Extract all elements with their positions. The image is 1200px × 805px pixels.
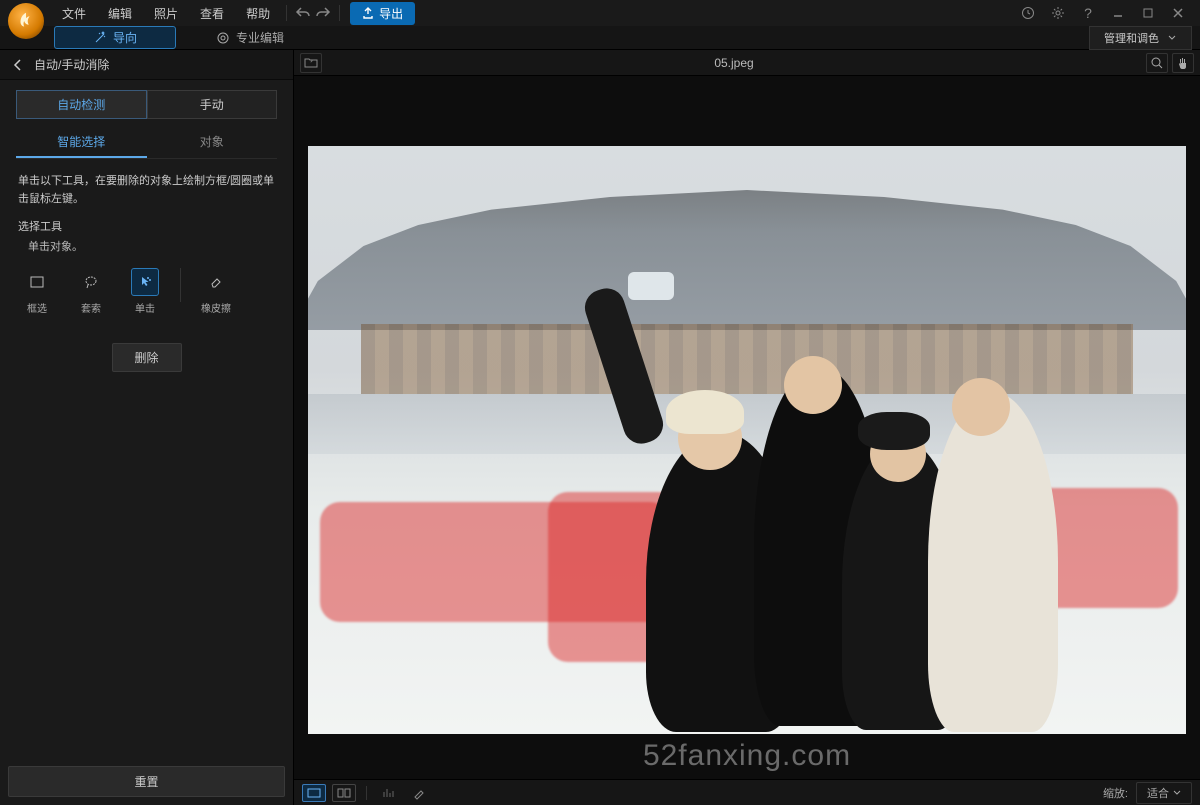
menubar: 文件 编辑 照片 查看 帮助 导出 ?: [0, 0, 1200, 26]
close-button[interactable]: [1168, 3, 1188, 23]
tool-lasso[interactable]: 套索: [72, 268, 110, 315]
brush-icon[interactable]: [407, 784, 431, 802]
select-tools-label: 选择工具: [0, 214, 293, 238]
menu-view[interactable]: 查看: [190, 1, 234, 26]
instructions-text: 单击以下工具，在要删除的对象上绘制方框/圆圈或单击鼠标左键。: [0, 159, 293, 214]
click-object-label: 单击对象。: [0, 238, 293, 264]
watermark: 52fanxing.com: [643, 739, 851, 773]
sliders-icon: [216, 31, 230, 45]
view-single-button[interactable]: [302, 784, 326, 802]
panel-header: 自动/手动消除: [0, 50, 293, 80]
menu-edit[interactable]: 编辑: [98, 1, 142, 26]
export-label: 导出: [379, 5, 403, 22]
eraser-icon: [208, 274, 224, 290]
manage-color-label: 管理和调色: [1104, 30, 1159, 46]
menu-help[interactable]: 帮助: [236, 1, 280, 26]
menu-file[interactable]: 文件: [52, 1, 96, 26]
toolbar: 导向 专业编辑 管理和调色: [0, 26, 1200, 50]
photo: [308, 146, 1186, 734]
tool-click[interactable]: 单击: [126, 268, 164, 315]
panel-title: 自动/手动消除: [34, 56, 109, 73]
guide-label: 导向: [113, 29, 137, 46]
zoom-label: 缩放:: [1103, 785, 1128, 801]
chevron-down-icon: [1167, 33, 1177, 43]
zoom-value: 适合: [1147, 785, 1169, 801]
lasso-icon: [83, 274, 99, 290]
menu-items: 文件 编辑 照片 查看 帮助: [52, 1, 280, 26]
tool-lasso-label: 套索: [81, 300, 101, 315]
menubar-right: ?: [1018, 3, 1196, 23]
maximize-button[interactable]: [1138, 3, 1158, 23]
redo-icon[interactable]: [313, 3, 333, 23]
rectangle-icon: [29, 274, 45, 290]
canvas-header: 05.jpeg: [294, 50, 1200, 76]
zoom-section: 缩放: 适合: [1103, 782, 1192, 804]
gear-icon[interactable]: [1048, 3, 1068, 23]
subtab-object[interactable]: 对象: [147, 127, 278, 158]
separator: [366, 786, 367, 800]
tool-rect-label: 框选: [27, 300, 47, 315]
tab-manual[interactable]: 手动: [147, 90, 278, 119]
magnify-button[interactable]: [1146, 53, 1168, 73]
help-icon[interactable]: ?: [1078, 3, 1098, 23]
tool-row: 框选 套索 单击 橡皮擦: [0, 264, 293, 319]
menu-photo[interactable]: 照片: [144, 1, 188, 26]
subtab-smart-select[interactable]: 智能选择: [16, 127, 147, 158]
folder-button[interactable]: [300, 53, 322, 73]
pan-button[interactable]: [1172, 53, 1194, 73]
tool-eraser-label: 橡皮擦: [201, 300, 231, 315]
tool-eraser[interactable]: 橡皮擦: [197, 268, 235, 315]
header-tools: [1146, 53, 1194, 73]
back-button[interactable]: [8, 58, 28, 72]
export-icon: [362, 7, 374, 19]
canvas-area: 05.jpeg: [294, 50, 1200, 805]
canvas[interactable]: 52fanxing.com: [294, 76, 1200, 779]
separator: [180, 268, 181, 302]
wand-icon: [93, 31, 107, 45]
canvas-footer: 缩放: 适合: [294, 779, 1200, 805]
minimize-button[interactable]: [1108, 3, 1128, 23]
sidebar: 自动/手动消除 自动检测 手动 智能选择 对象 单击以下工具，在要删除的对象上绘…: [0, 50, 294, 805]
reset-button[interactable]: 重置: [8, 766, 285, 797]
pro-edit-button[interactable]: 专业编辑: [216, 29, 284, 46]
separator: [286, 5, 287, 21]
tool-rectangle[interactable]: 框选: [18, 268, 56, 315]
sub-tabs: 智能选择 对象: [16, 127, 277, 159]
filename: 05.jpeg: [322, 56, 1146, 70]
undo-icon[interactable]: [293, 3, 313, 23]
mode-tabs: 自动检测 手动: [16, 90, 277, 119]
guide-button[interactable]: 导向: [54, 26, 176, 49]
tab-auto-detect[interactable]: 自动检测: [16, 90, 147, 119]
view-compare-button[interactable]: [332, 784, 356, 802]
chevron-down-icon: [1173, 789, 1181, 797]
manage-color-button[interactable]: 管理和调色: [1089, 26, 1192, 50]
delete-button[interactable]: 删除: [112, 343, 182, 372]
sidebar-footer: 重置: [0, 758, 293, 805]
tool-click-label: 单击: [135, 300, 155, 315]
separator: [339, 5, 340, 21]
main-area: 自动/手动消除 自动检测 手动 智能选择 对象 单击以下工具，在要删除的对象上绘…: [0, 50, 1200, 805]
click-icon: [137, 274, 153, 290]
export-button[interactable]: 导出: [350, 2, 415, 25]
pro-edit-label: 专业编辑: [236, 29, 284, 46]
app-logo: [8, 3, 44, 39]
zoom-dropdown[interactable]: 适合: [1136, 782, 1192, 804]
notification-icon[interactable]: [1018, 3, 1038, 23]
histogram-icon[interactable]: [377, 784, 401, 802]
